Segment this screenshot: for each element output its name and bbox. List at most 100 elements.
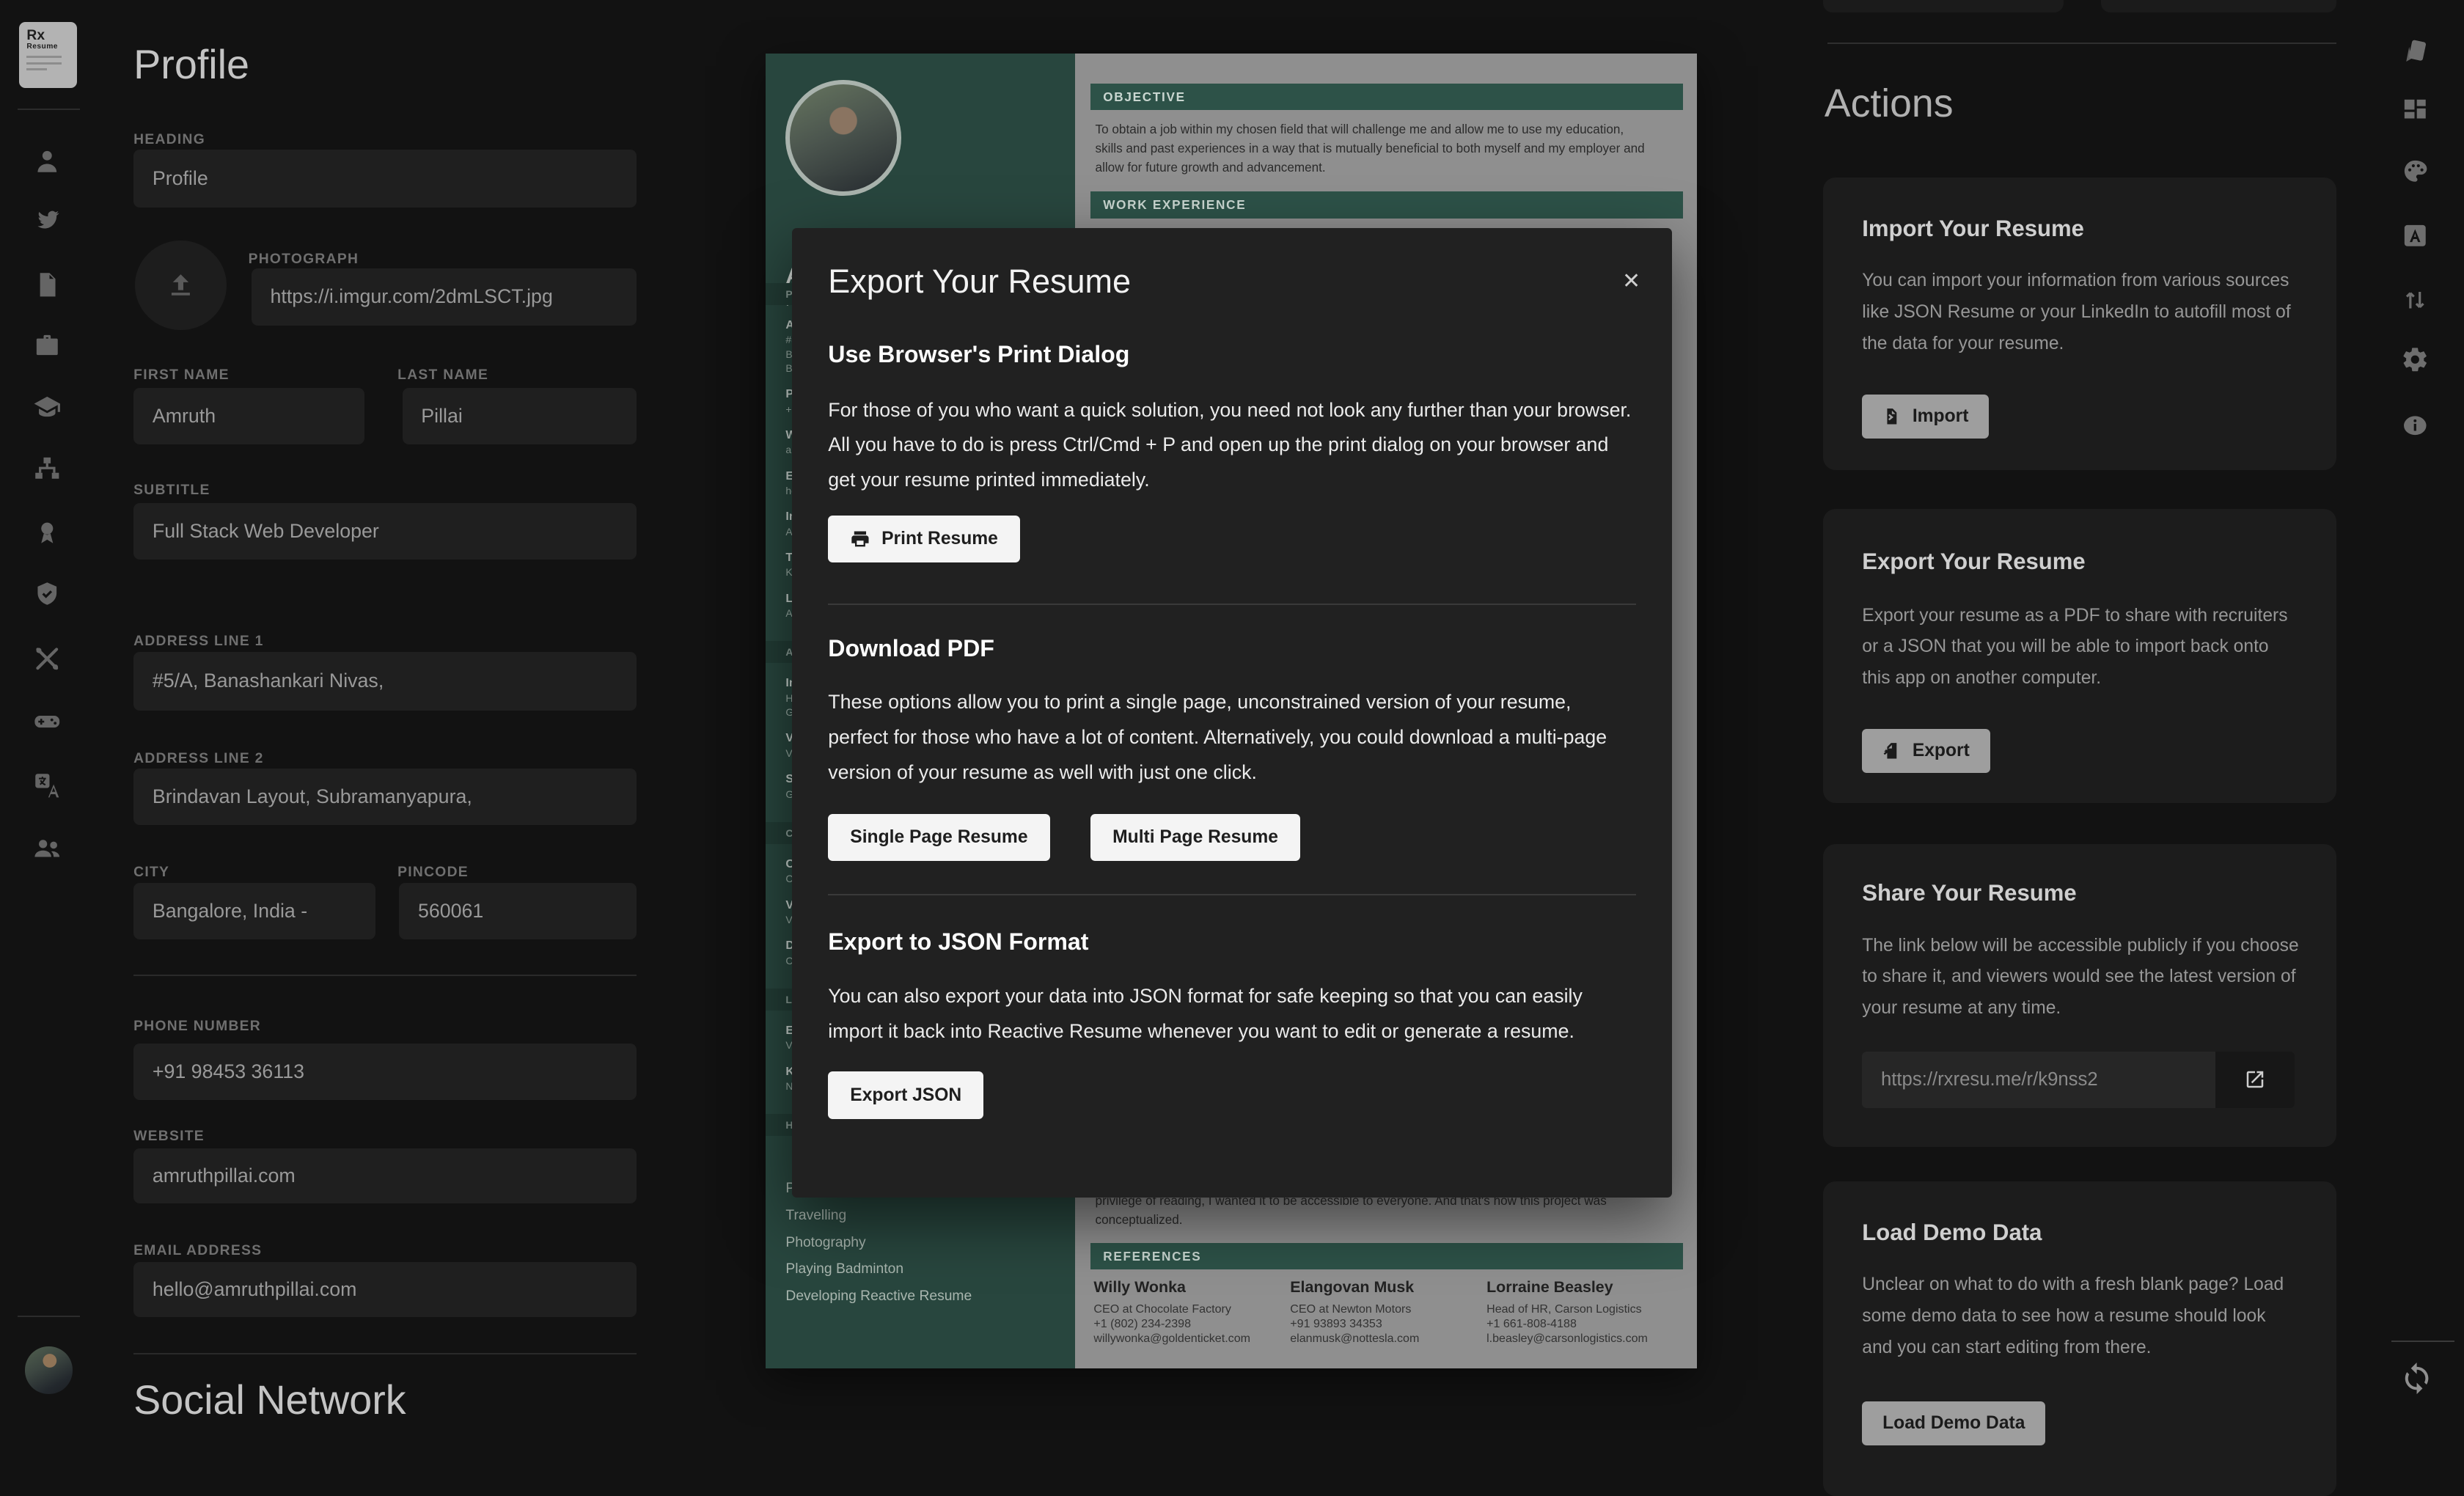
import-card: Import Your Resume You can import your i…: [1823, 177, 2337, 470]
json-section-body: You can also export your data into JSON …: [828, 979, 1635, 1049]
gamepad-icon[interactable]: [33, 707, 62, 736]
reference-item: Elangovan Musk CEO at Newton Motors +91 …: [1290, 1277, 1486, 1346]
page-title: Profile: [133, 41, 249, 88]
tools-icon[interactable]: [33, 645, 62, 673]
settings-gear-icon[interactable]: [2401, 345, 2430, 374]
user-icon[interactable]: [33, 147, 62, 176]
rail-divider: [18, 1316, 81, 1317]
spacing-arrows-icon[interactable]: [2401, 286, 2430, 315]
actions-top-divider: [1827, 43, 2336, 44]
logo-line: [26, 68, 47, 70]
address1-input[interactable]: #5/A, Banashankari Nivas,: [133, 652, 637, 710]
email-label: EMAIL ADDRESS: [133, 1243, 262, 1259]
layout-blocks-icon[interactable]: [2401, 96, 2430, 125]
export-button-label: Export: [1913, 741, 1970, 761]
single-page-resume-button[interactable]: Single Page Resume: [828, 814, 1049, 861]
modal-divider: [828, 604, 1635, 605]
resume-hobby-item: Developing Reactive Resume: [766, 1283, 1075, 1310]
email-input[interactable]: hello@amruthpillai.com: [133, 1262, 637, 1317]
logo-line: [26, 56, 61, 58]
share-url-input[interactable]: https://rxresu.me/r/k9nss2: [1862, 1052, 2234, 1108]
rail-divider: [18, 109, 81, 110]
phone-input[interactable]: +91 98453 36113: [133, 1044, 637, 1100]
website-input[interactable]: amruthpillai.com: [133, 1148, 637, 1203]
pincode-label: PINCODE: [397, 865, 469, 881]
single-page-label: Single Page Resume: [850, 827, 1027, 848]
objective-heading: OBJECTIVE: [1090, 84, 1683, 110]
shield-check-icon[interactable]: [33, 580, 62, 609]
file-export-icon: [1882, 741, 1902, 760]
pdf-section-body: These options allow you to print a singl…: [828, 685, 1635, 790]
reference-email: elanmusk@nottesla.com: [1290, 1332, 1486, 1346]
reference-role: CEO at Chocolate Factory: [1093, 1302, 1290, 1317]
print-section-body: For those of you who want a quick soluti…: [828, 393, 1635, 498]
resume-hobby-item: Playing Badminton: [766, 1256, 1075, 1283]
heading-input[interactable]: Profile: [133, 150, 637, 208]
print-resume-button[interactable]: Print Resume: [828, 516, 1020, 562]
photo-upload-button[interactable]: [135, 241, 226, 330]
templates-icon[interactable]: [2401, 37, 2430, 66]
work-experience-heading: WORK EXPERIENCE: [1090, 191, 1683, 218]
export-card-body: Export your resume as a PDF to share wit…: [1862, 601, 2300, 695]
first-name-label: FIRST NAME: [133, 367, 230, 384]
modal-divider: [828, 894, 1635, 895]
briefcase-icon[interactable]: [33, 331, 62, 360]
export-json-button[interactable]: Export JSON: [828, 1071, 983, 1118]
graduation-cap-icon[interactable]: [33, 393, 62, 422]
app-logo-subtext: Resume: [26, 43, 69, 52]
load-demo-data-button[interactable]: Load Demo Data: [1862, 1401, 2045, 1445]
reference-item: Lorraine Beasley Head of HR, Carson Logi…: [1486, 1277, 1683, 1346]
city-label: CITY: [133, 865, 169, 881]
import-button[interactable]: Import: [1862, 395, 1989, 439]
form-divider: [133, 975, 637, 976]
address1-label: ADDRESS LINE 1: [133, 634, 264, 650]
objective-text: To obtain a job within my chosen field t…: [1096, 120, 1649, 177]
demo-data-card: Load Demo Data Unclear on what to do wit…: [1823, 1181, 2337, 1496]
info-icon[interactable]: [2401, 411, 2430, 440]
export-button[interactable]: Export: [1862, 729, 1990, 773]
demo-card-body: Unclear on what to do with a fresh blank…: [1862, 1269, 2300, 1364]
subtitle-input[interactable]: Full Stack Web Developer: [133, 503, 637, 560]
photograph-label: PHOTOGRAPH: [249, 252, 359, 268]
sync-icon[interactable]: [2399, 1361, 2434, 1396]
address2-input[interactable]: Brindavan Layout, Subramanyapura,: [133, 769, 637, 825]
file-document-icon[interactable]: [33, 271, 62, 299]
app-logo[interactable]: Rx Resume: [19, 22, 77, 88]
reference-phone: +91 93893 34353: [1290, 1317, 1486, 1332]
city-input[interactable]: Bangalore, India -: [133, 883, 375, 939]
resume-photo: [785, 80, 901, 196]
reference-item: Willy Wonka CEO at Chocolate Factory +1 …: [1093, 1277, 1290, 1346]
typography-icon[interactable]: [2401, 221, 2430, 250]
import-button-label: Import: [1913, 406, 1969, 427]
logo-line: [26, 62, 61, 65]
photograph-input[interactable]: https://i.imgur.com/2dmLSCT.jpg: [252, 268, 637, 325]
reference-email: l.beasley@carsonlogistics.com: [1486, 1332, 1683, 1346]
last-name-input[interactable]: Pillai: [403, 388, 637, 444]
printer-icon: [850, 529, 870, 549]
first-name-input[interactable]: Amruth: [133, 388, 364, 444]
references-row: Willy Wonka CEO at Chocolate Factory +1 …: [1093, 1277, 1683, 1346]
close-icon[interactable]: ✕: [1622, 268, 1640, 294]
json-section-heading: Export to JSON Format: [828, 928, 1088, 956]
modal-title: Export Your Resume: [828, 263, 1131, 301]
translate-icon[interactable]: [33, 771, 62, 800]
rail-divider: [2391, 1341, 2454, 1342]
reference-name: Lorraine Beasley: [1486, 1277, 1683, 1298]
multi-page-resume-button[interactable]: Multi Page Resume: [1090, 814, 1300, 861]
palette-icon[interactable]: [2401, 157, 2430, 186]
reference-role: Head of HR, Carson Logistics: [1486, 1302, 1683, 1317]
users-icon[interactable]: [33, 835, 62, 863]
reference-email: willywonka@goldenticket.com: [1093, 1332, 1290, 1346]
twitter-icon[interactable]: [33, 206, 62, 235]
address2-label: ADDRESS LINE 2: [133, 751, 264, 767]
sitemap-icon[interactable]: [33, 454, 62, 483]
open-share-link-button[interactable]: [2215, 1052, 2294, 1108]
medal-icon[interactable]: [33, 518, 62, 547]
pincode-input[interactable]: 560061: [399, 883, 637, 939]
user-avatar[interactable]: [25, 1346, 72, 1393]
subtitle-label: SUBTITLE: [133, 483, 210, 499]
phone-label: PHONE NUMBER: [133, 1019, 261, 1035]
share-card: Share Your Resume The link below will be…: [1823, 844, 2337, 1148]
heading-label: HEADING: [133, 132, 205, 148]
reference-name: Willy Wonka: [1093, 1277, 1290, 1298]
